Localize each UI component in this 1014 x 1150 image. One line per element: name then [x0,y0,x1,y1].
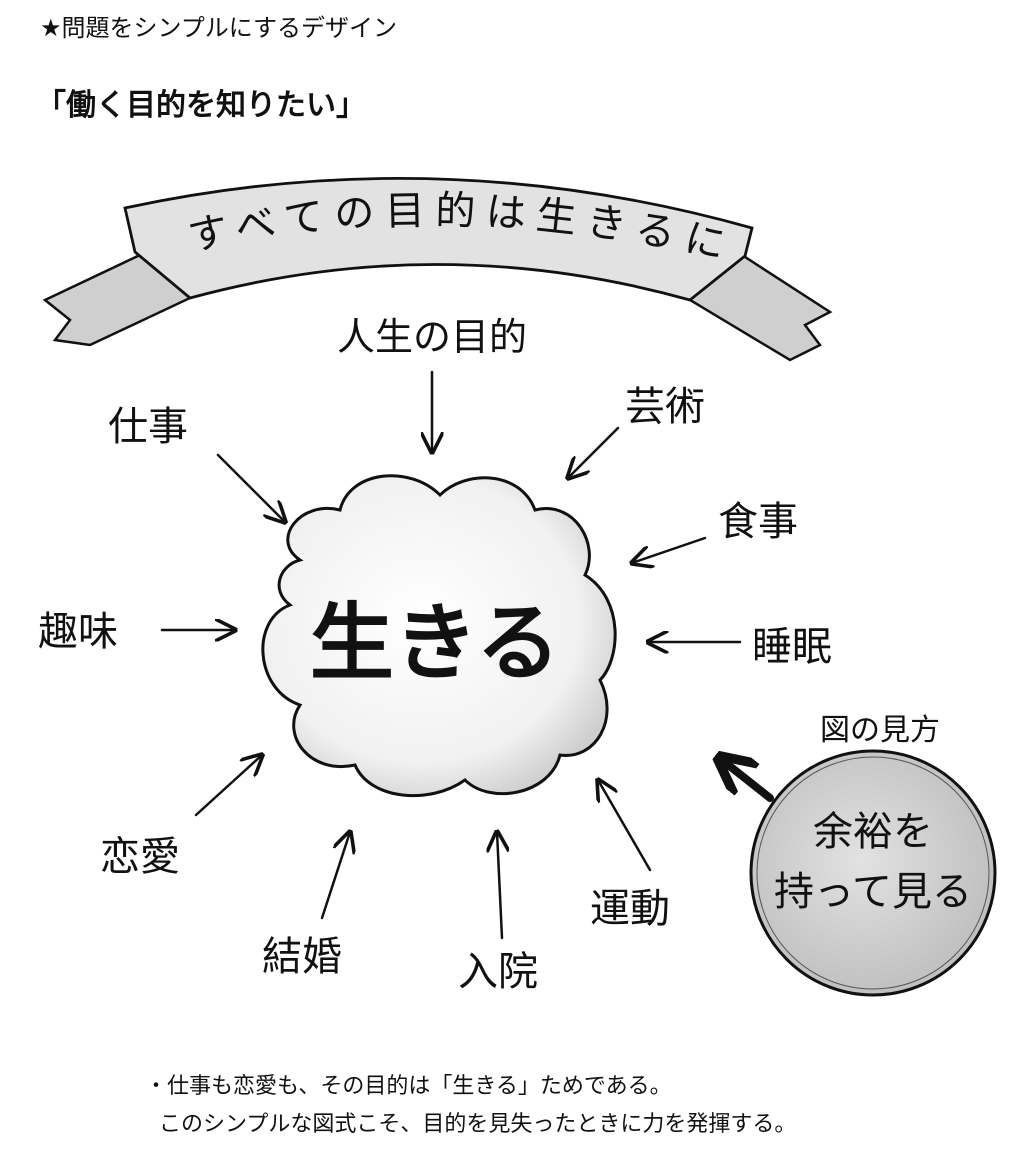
label-hospital: 入院 [458,949,538,995]
arrow-work [216,453,285,522]
caption-line-1: ・仕事も恋愛も、その目的は「生きる」ためである。 [145,1074,672,1099]
legend-title: 図の見方 [820,713,940,748]
caption: ・仕事も恋愛も、その目的は「生きる」ためである。 このシンプルな図式こそ、目的を… [145,1068,796,1144]
legend-line-1: 余裕を [813,809,933,855]
label-love: 恋愛 [100,834,180,880]
legend-line-2: 持って見る [774,869,972,915]
legend-arrow [722,760,774,802]
arrow-exercise [598,780,652,872]
diagram-canvas: すべての目的は生きるに 生きる 人生の目的 仕事 芸術 食事 趣味 睡眠 恋愛 … [38,176,997,997]
label-meal: 食事 [718,499,798,545]
center-label: 生きる [310,594,560,692]
arrow-hospital [497,832,502,940]
arrow-art [568,426,620,478]
caption-line-2: このシンプルな図式こそ、目的を見失ったときに力を発揮する。 [159,1112,797,1137]
label-art: 芸術 [625,384,705,430]
label-work: 仕事 [108,404,188,450]
arrow-love [194,755,262,817]
label-sleep: 睡眠 [752,624,832,670]
label-marriage: 結婚 [262,934,342,980]
arrow-marriage [320,832,350,920]
arrow-meal [632,536,707,563]
label-life-purpose: 人生の目的 [337,315,527,359]
label-exercise: 運動 [590,886,670,932]
label-hobby: 趣味 [38,609,118,655]
